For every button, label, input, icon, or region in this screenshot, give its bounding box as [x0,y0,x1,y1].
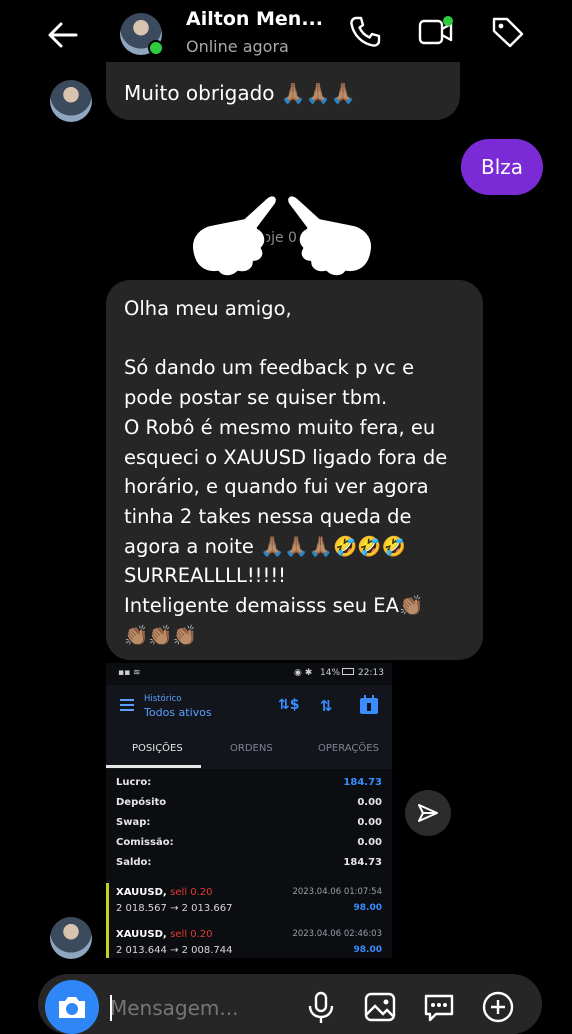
message-input[interactable] [110,996,240,1020]
message-line: horário, e quando fui ver agora [124,475,429,499]
summary-value: 184.73 [343,857,382,868]
pointing-hands-sticker-icon [190,193,374,278]
tab-orders[interactable]: ORDENS [230,743,273,754]
contact-name[interactable]: Ailton Men... [186,8,323,30]
deal-profit: 98.00 [353,903,382,913]
message-line: esqueci o XAUUSD ligado fora de [124,445,448,469]
camera-button[interactable] [45,980,99,1034]
tab-bar: POSIÇÕES ORDENS OPERAÇÕES [106,735,392,769]
message-line: tinha 2 takes nessa queda de [124,504,412,528]
summary-label: Depósito [116,797,167,808]
tab-operations[interactable]: OPERAÇÕES [318,743,379,754]
phone-status-bar: ▪▪ ≋ ◉ ✱ 14% 22:13 [106,663,392,685]
message-line: Inteligente demaisss seu EA👏🏽 [124,594,424,618]
sender-avatar[interactable] [50,917,92,959]
tab-active-indicator [106,765,201,768]
outgoing-message[interactable]: Blza [461,139,543,195]
signal-icon: ▪▪ ≋ [118,668,141,678]
deal-side: sell 0.20 [170,887,213,898]
summary-value: 184.73 [343,777,382,788]
menu-icon[interactable] [120,699,134,711]
camera-icon [59,997,85,1018]
message-line: O Robô é mesmo muito fera, eu [124,415,436,439]
deal-profit: 98.00 [353,945,382,955]
contact-status: Online agora [186,37,289,56]
gallery-icon[interactable] [363,990,397,1024]
deal-datetime: 2023.04.06 01:07:54 [292,887,382,897]
summary-value: 0.00 [357,797,382,808]
tab-positions[interactable]: POSIÇÕES [132,743,183,754]
online-indicator [148,40,164,56]
tag-icon[interactable] [490,14,526,50]
battery-icon [342,668,354,675]
deal-row[interactable]: XAUUSD, sell 0.20 2 018.567 → 2 013.667 … [106,883,392,929]
status-clock: 22:13 [358,668,384,678]
deal-datetime: 2023.04.06 02:46:03 [292,929,382,939]
incoming-message[interactable]: Muito obrigado 🙏🏽🙏🏽🙏🏽 [106,62,460,120]
summary-value: 0.00 [357,837,382,848]
shared-screenshot-image[interactable]: ▪▪ ≋ ◉ ✱ 14% 22:13 Histórico Todos ativo… [106,663,392,958]
share-button[interactable] [405,790,451,836]
history-label: Histórico [144,694,182,704]
message-line [124,324,474,354]
message-line: SURREALLLL!!!!! [124,564,286,588]
message-text: Muito obrigado 🙏🏽🙏🏽🙏🏽 [124,81,356,105]
deal-indicator [106,925,109,958]
battery-level: 14% [320,668,341,678]
sender-avatar[interactable] [50,80,92,122]
message-line: 👏🏽👏🏽👏🏽 [124,623,197,647]
add-icon[interactable] [481,990,515,1024]
summary-row-balance: Saldo: 184.73 [116,857,382,877]
summary-row-commission: Comissão: 0.00 [116,837,382,857]
summary-row-deposit: Depósito 0.00 [116,797,382,817]
message-line: Só dando um feedback p vc e [124,356,415,380]
deal-row[interactable]: XAUUSD, sell 0.20 2 013.644 → 2 008.744 … [106,925,392,958]
eye-bt-icon: ◉ ✱ [294,668,313,678]
message-line: pode postar se quiser tbm. [124,386,388,410]
phone-icon[interactable] [347,14,383,50]
video-call-icon[interactable] [418,14,454,50]
filter-label[interactable]: Todos ativos [144,706,212,719]
calendar-icon[interactable] [359,695,379,715]
incoming-message-feedback[interactable]: Olha meu amigo, Só dando um feedback p v… [106,280,483,660]
message-line: Olha meu amigo, [124,297,292,320]
summary-row-profit: Lucro: 184.73 [116,777,382,797]
summary-label: Swap: [116,817,151,828]
message-text: Olha meu amigo, Só dando um feedback p v… [124,294,474,650]
sticker-chat-icon[interactable] [422,990,456,1024]
summary-label: Saldo: [116,857,152,868]
message-line: agora a noite 🙏🏽🙏🏽🙏🏽🤣🤣🤣 [124,534,406,558]
deal-symbol: XAUUSD, sell 0.20 [116,929,213,940]
deal-symbol: XAUUSD, sell 0.20 [116,887,213,898]
currency-sort-icon[interactable]: ⇅$ [278,697,299,713]
microphone-icon[interactable] [304,990,338,1024]
send-icon [418,804,438,822]
sort-icon[interactable]: ⇅ [320,697,333,715]
deal-indicator [106,883,109,927]
summary-row-swap: Swap: 0.00 [116,817,382,837]
deal-side: sell 0.20 [170,929,213,940]
back-arrow-icon[interactable] [46,18,80,52]
summary-label: Lucro: [116,777,152,788]
summary-value: 0.00 [357,817,382,828]
deal-prices: 2 013.644 → 2 008.744 [116,945,233,956]
message-text: Blza [480,155,524,179]
deal-prices: 2 018.567 → 2 013.667 [116,903,233,914]
summary-label: Comissão: [116,837,174,848]
